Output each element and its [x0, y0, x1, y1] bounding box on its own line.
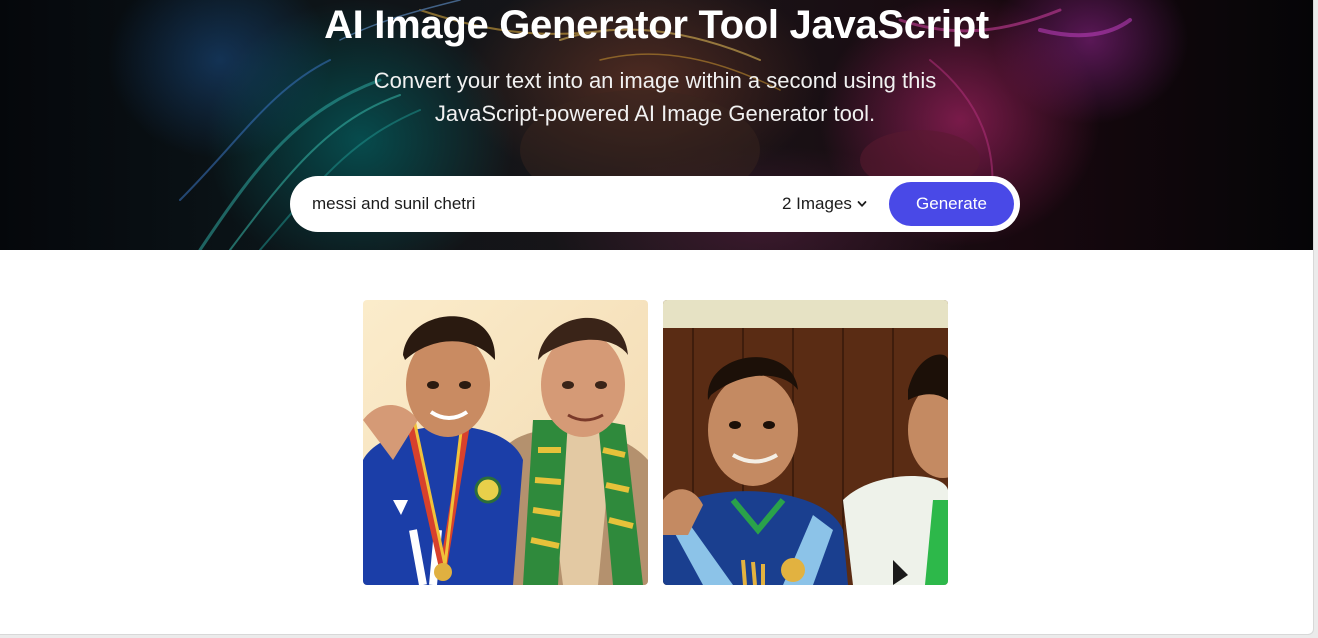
page-title: AI Image Generator Tool JavaScript — [324, 3, 989, 47]
generated-image-2 — [663, 300, 948, 585]
chevron-down-icon — [857, 201, 867, 207]
generated-image-card[interactable] — [363, 300, 648, 585]
generate-form: 2 Images Generate — [290, 176, 1020, 232]
image-count-select[interactable]: 2 Images — [782, 192, 867, 216]
page-subtitle: Convert your text into an image within a… — [373, 68, 937, 126]
page: AI Image Generator Tool JavaScript Conve… — [0, 0, 1314, 635]
image-gallery — [363, 300, 948, 585]
image-count-value: 2 Images — [782, 194, 852, 213]
generated-image-1 — [363, 300, 648, 585]
prompt-input[interactable] — [312, 190, 752, 218]
generate-button[interactable]: Generate — [889, 182, 1014, 226]
generated-image-card[interactable] — [663, 300, 948, 585]
hero-section: AI Image Generator Tool JavaScript Conve… — [0, 0, 1313, 250]
